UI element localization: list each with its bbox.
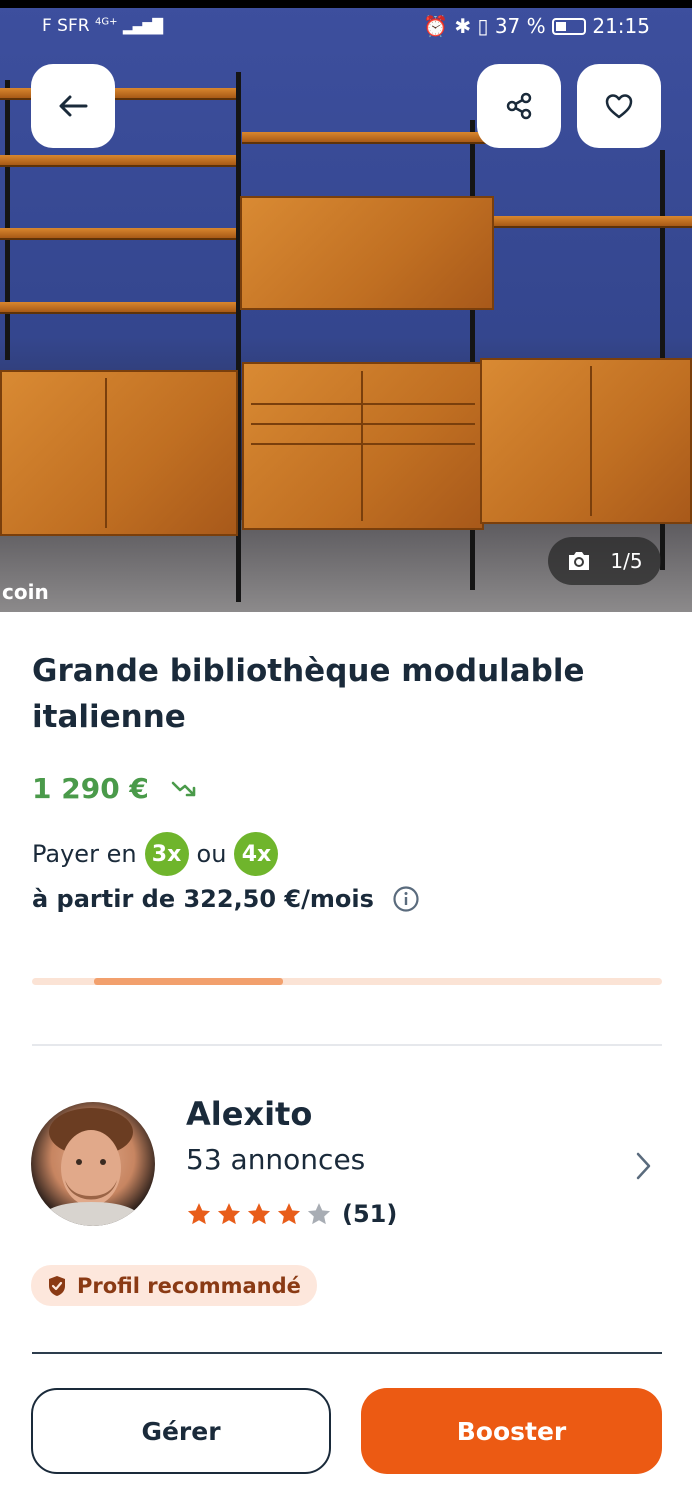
network-type: 4G+ (94, 16, 118, 28)
divider (32, 1352, 662, 1354)
recommended-badge: Profil recommandé (31, 1265, 317, 1306)
listing-price: 1 290 € (32, 772, 149, 805)
battery-percent: 37 % (494, 14, 546, 38)
photo-shelf (242, 132, 492, 144)
star-empty-icon (307, 1203, 331, 1225)
avatar-face (35, 1108, 147, 1226)
bluetooth-icon: ✱ (454, 14, 472, 38)
monthly-text: à partir de 322,50 €/mois (32, 885, 374, 913)
favorite-button[interactable] (577, 64, 661, 148)
heart-icon (605, 94, 633, 119)
camera-icon (569, 552, 590, 570)
vibrate-icon: ▯ (477, 14, 489, 38)
photo-seam (590, 366, 593, 516)
price-drop-icon (171, 781, 196, 796)
star-filled-icon (217, 1203, 241, 1225)
alarm-icon: ⏰ (423, 14, 448, 38)
carrier-label: F SFR 4G+ ▂▄▆█ (42, 16, 163, 36)
photo-cabinet (242, 362, 484, 530)
photo-watermark: coin (2, 580, 49, 604)
photo-seam (251, 442, 475, 445)
back-button[interactable] (31, 64, 115, 148)
photo-shelf (0, 302, 236, 314)
seller-ad-count[interactable]: 53 annonces (186, 1143, 365, 1176)
pay-or: ou (196, 840, 227, 868)
boost-button[interactable]: Booster (361, 1388, 662, 1474)
photo-cabinet (240, 196, 494, 310)
share-button[interactable] (477, 64, 561, 148)
chevron-right-icon[interactable] (632, 1150, 654, 1182)
manage-button[interactable]: Gérer (31, 1388, 331, 1474)
share-icon (506, 92, 532, 120)
shield-check-icon (49, 1275, 65, 1296)
divider (32, 1044, 662, 1046)
payment-options: Payer en 3x ou 4x (32, 832, 279, 876)
battery-icon (552, 18, 586, 35)
photo-seam (104, 378, 107, 528)
carousel-progress-fill (94, 978, 283, 985)
carrier-name: F SFR (42, 16, 90, 36)
seller-rating: (51) (186, 1200, 397, 1228)
badge-label: Profil recommandé (77, 1273, 301, 1298)
star-filled-icon (247, 1203, 271, 1225)
photo-seam (251, 403, 475, 406)
signal-icon: ▂▄▆█ (122, 19, 163, 35)
pay-3x-badge: 3x (144, 832, 189, 876)
monthly-price: à partir de 322,50 €/mois (32, 885, 420, 913)
photo-shelf (0, 228, 236, 240)
photo-seam (251, 423, 475, 426)
clock: 21:15 (592, 14, 650, 38)
photo-post (5, 80, 10, 360)
info-icon[interactable] (392, 885, 420, 913)
photo-seam (360, 370, 363, 522)
star-filled-icon (277, 1203, 301, 1225)
status-bar-top (0, 0, 692, 8)
avatar[interactable] (31, 1102, 155, 1226)
arrow-left-icon (59, 95, 88, 117)
price-row: 1 290 € (32, 772, 199, 805)
carousel-progress (32, 978, 662, 985)
photo-cabinet (480, 358, 692, 524)
pay-4x-badge: 4x (234, 832, 279, 876)
photo-shelf (494, 216, 692, 228)
rating-stars (186, 1201, 332, 1227)
photo-counter-text: 1/5 (610, 549, 643, 573)
status-bar: F SFR 4G+ ▂▄▆█ ⏰ ✱ ▯ 37 % 21:15 (0, 8, 692, 42)
rating-count: (51) (342, 1200, 398, 1228)
star-filled-icon (187, 1203, 211, 1225)
status-right: ⏰ ✱ ▯ 37 % 21:15 (423, 14, 650, 38)
photo-shelf (0, 155, 236, 167)
seller-name[interactable]: Alexito (186, 1095, 312, 1133)
photo-counter: 1/5 (548, 537, 661, 585)
photo-cabinet (0, 370, 238, 536)
pay-prefix: Payer en (32, 840, 137, 868)
listing-title: Grande bibliothèque modulable italienne (32, 653, 585, 735)
